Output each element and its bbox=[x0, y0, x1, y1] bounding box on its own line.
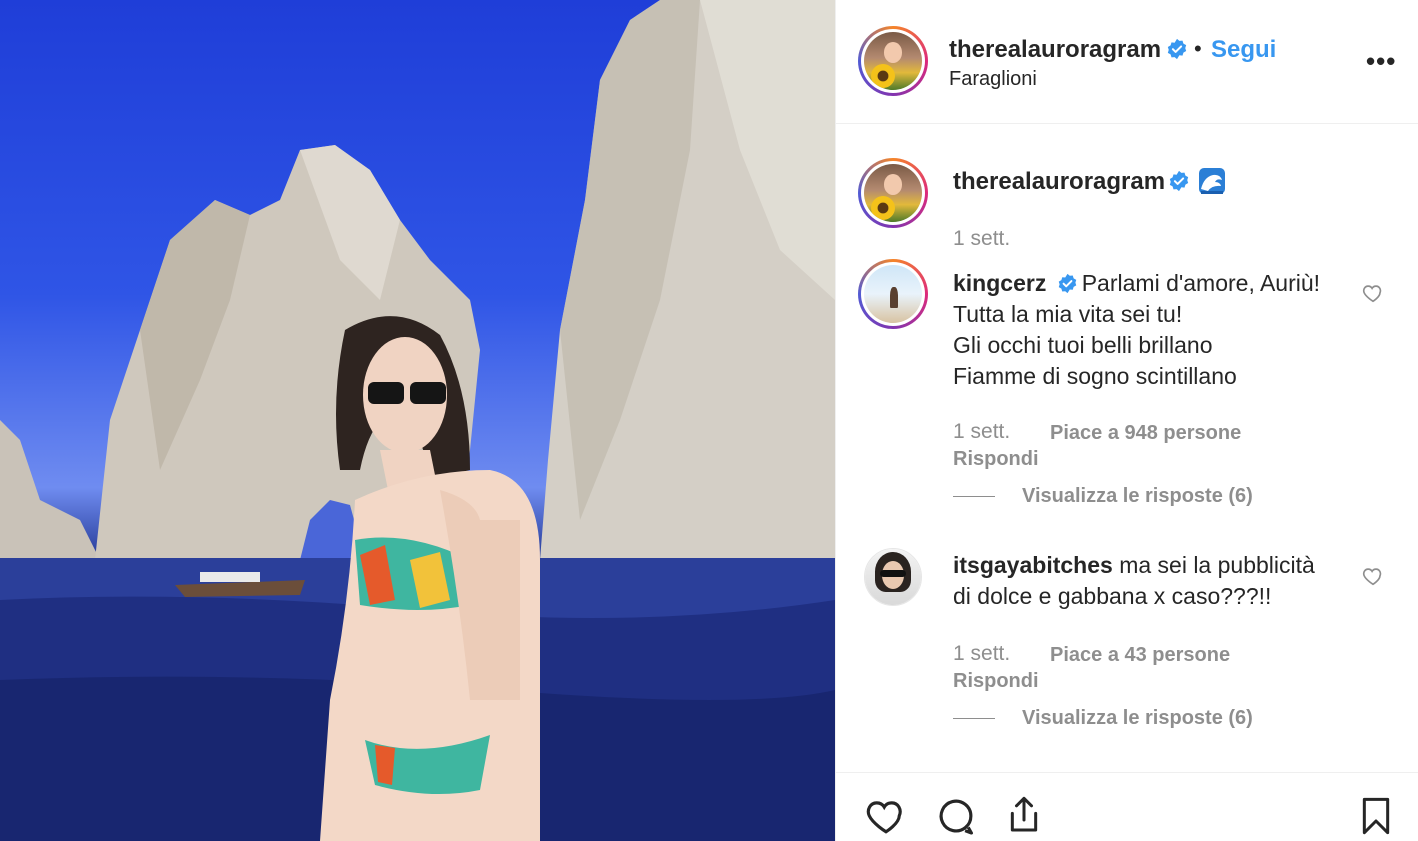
comment-like-heart-icon[interactable] bbox=[1362, 565, 1384, 587]
comment-timestamp[interactable]: 1 sett. bbox=[953, 642, 1010, 666]
comment-likes-count[interactable]: Piace a 43 persone bbox=[1050, 644, 1230, 667]
more-options-icon[interactable]: ••• bbox=[1366, 46, 1396, 77]
comment-avatar-itsgayabitches[interactable] bbox=[864, 548, 922, 606]
caption-timestamp: 1 sett. bbox=[953, 227, 1011, 250]
post-photo[interactable] bbox=[0, 0, 835, 841]
comment-kingcerz: kingcerz Parlami d'amore, Auriù! Tutta l… bbox=[953, 268, 1353, 392]
share-icon[interactable] bbox=[1004, 793, 1044, 837]
comment-author[interactable]: kingcerz bbox=[953, 270, 1046, 296]
comment-avatar-kingcerz[interactable] bbox=[858, 259, 928, 329]
author-username[interactable]: therealauroragram bbox=[949, 36, 1161, 64]
faraglioni-scene bbox=[0, 0, 835, 841]
comment-line: Tutta la mia vita sei tu! bbox=[953, 301, 1183, 327]
bookmark-icon[interactable] bbox=[1356, 793, 1396, 839]
replies-divider bbox=[953, 718, 995, 719]
verified-badge-icon bbox=[1169, 170, 1189, 192]
reply-button[interactable]: Rispondi bbox=[953, 448, 1039, 471]
wave-emoji bbox=[1199, 168, 1225, 194]
follow-button[interactable]: Segui bbox=[1211, 36, 1276, 64]
comment-line: Fiamme di sogno scintillano bbox=[953, 363, 1237, 389]
comment-itsgayabitches: itsgayabitches ma sei la pubblicità di d… bbox=[953, 550, 1353, 612]
comment-author[interactable]: itsgayabitches bbox=[953, 552, 1113, 578]
caption-author-username[interactable]: therealauroragram bbox=[953, 168, 1165, 196]
post-side-panel: therealauroragram • Segui Faraglioni •••… bbox=[835, 0, 1418, 841]
comment-line: di dolce e gabbana x caso???!! bbox=[953, 583, 1272, 609]
reply-button[interactable]: Rispondi bbox=[953, 670, 1039, 693]
author-avatar[interactable] bbox=[858, 26, 928, 96]
comment-line: ma sei la pubblicità bbox=[1119, 552, 1315, 578]
replies-divider bbox=[953, 496, 995, 497]
comment-timestamp[interactable]: 1 sett. bbox=[953, 420, 1010, 444]
location-link[interactable]: Faraglioni bbox=[949, 68, 1037, 91]
comment-line: Parlami d'amore, Auriù! bbox=[1081, 270, 1321, 296]
comment-like-heart-icon[interactable] bbox=[1362, 282, 1384, 304]
verified-badge-icon bbox=[1058, 273, 1076, 294]
comment-icon[interactable] bbox=[934, 795, 978, 837]
heart-icon[interactable] bbox=[864, 795, 908, 837]
post-action-bar bbox=[836, 772, 1418, 841]
view-replies-button[interactable]: Visualizza le risposte (6) bbox=[1022, 707, 1253, 730]
separator-dot: • bbox=[1194, 36, 1202, 61]
caption-author-avatar[interactable] bbox=[858, 158, 928, 228]
post-header: therealauroragram • Segui Faraglioni ••• bbox=[836, 0, 1418, 124]
comment-likes-count[interactable]: Piace a 948 persone bbox=[1050, 422, 1241, 445]
view-replies-button[interactable]: Visualizza le risposte (6) bbox=[1022, 485, 1253, 508]
verified-badge-icon bbox=[1167, 38, 1187, 60]
comment-line: Gli occhi tuoi belli brillano bbox=[953, 332, 1213, 358]
